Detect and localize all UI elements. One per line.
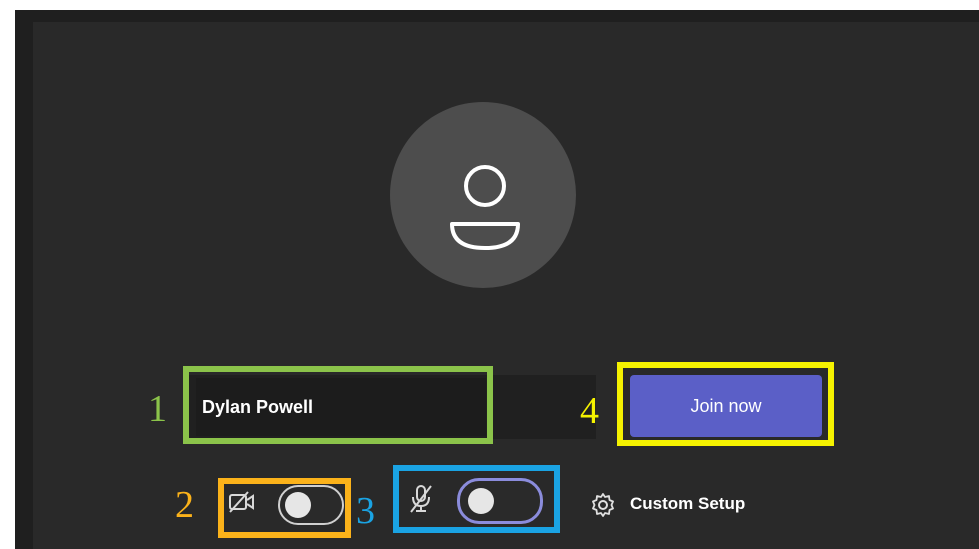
camera-toggle[interactable] — [278, 485, 344, 525]
microphone-toggle[interactable] — [457, 478, 543, 524]
join-now-button[interactable]: Join now — [630, 375, 822, 437]
custom-setup-label[interactable]: Custom Setup — [630, 494, 745, 514]
microphone-toggle-knob — [468, 488, 494, 514]
avatar — [390, 102, 576, 288]
camera-toggle-knob — [285, 492, 311, 518]
annotation-number-1: 1 — [148, 388, 167, 430]
name-input[interactable] — [196, 378, 486, 436]
annotation-number-4: 4 — [580, 390, 599, 432]
annotation-number-2: 2 — [175, 484, 194, 526]
person-icon — [450, 165, 520, 250]
mic-off-icon[interactable] — [408, 483, 434, 520]
gear-icon[interactable] — [590, 492, 616, 523]
camera-off-icon[interactable] — [228, 490, 256, 519]
annotation-number-3: 3 — [356, 490, 375, 532]
